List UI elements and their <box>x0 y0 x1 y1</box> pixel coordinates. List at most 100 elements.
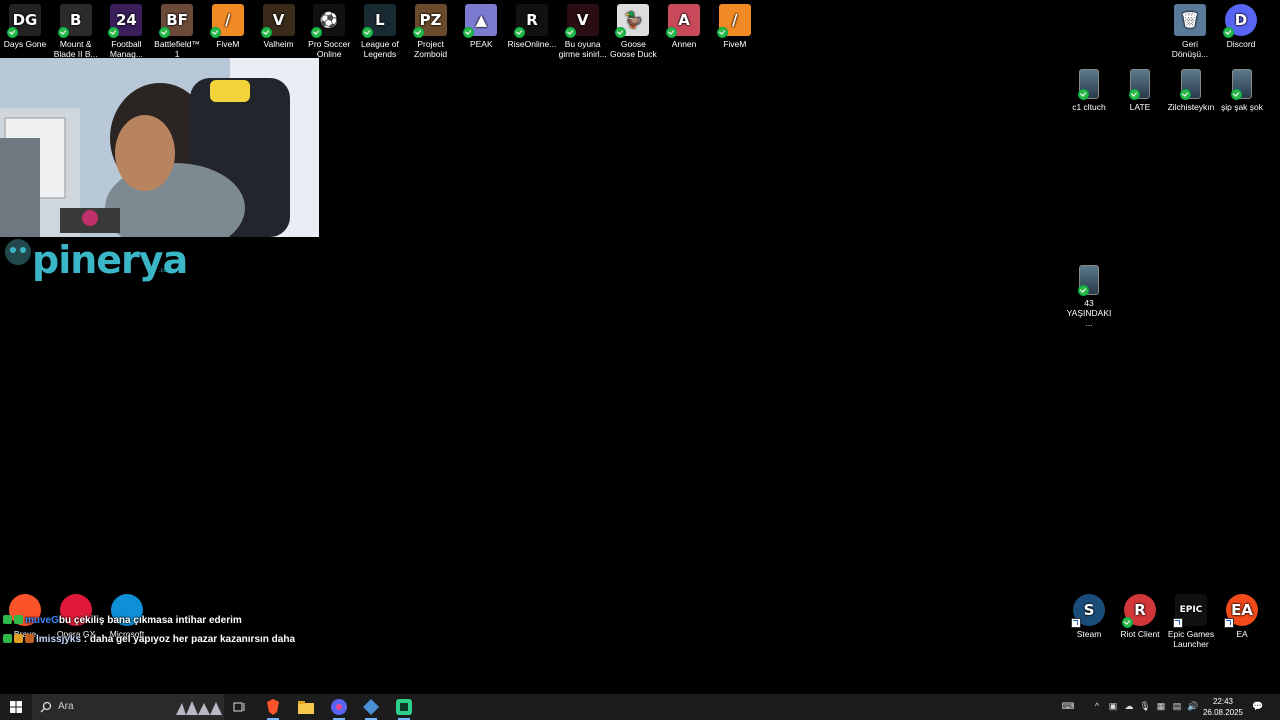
opera-gx-icon[interactable]: Opera GX <box>50 588 102 639</box>
recycle-bin-icon[interactable]: 🗑 Geri Dönüşü... <box>1164 0 1216 59</box>
epic-games-icon[interactable]: EPIC Epic Games Launcher <box>1165 588 1217 649</box>
video-c1-cltuch-icon[interactable]: c1 cltuch <box>1063 63 1115 112</box>
fivem-icon[interactable]: / FiveM <box>202 0 254 49</box>
sync-check-icon <box>209 27 221 38</box>
icon-label: Steam <box>1076 629 1102 639</box>
mount-blade-graphic: B <box>57 4 92 38</box>
shortcut-arrow-icon <box>1224 618 1234 628</box>
icon-label: Epic Games Launcher <box>1167 629 1215 649</box>
logo-subtext: .com <box>159 268 173 274</box>
task-view-icon <box>233 702 245 712</box>
video-43-yasindaki-icon[interactable]: 43 YAŞINDAKI ... <box>1063 259 1115 328</box>
pro-soccer-icon[interactable]: ⚽ Pro Soccer Online <box>303 0 355 59</box>
microsoft-edge-icon[interactable]: Microsoft <box>101 588 153 639</box>
riot-client-icon[interactable]: R Riot Client <box>1114 588 1166 639</box>
sync-check-icon <box>1078 89 1089 100</box>
taskbar-app[interactable] <box>358 697 384 720</box>
microphone-icon[interactable]: 🎙 <box>1139 700 1151 712</box>
steam-graphic: S <box>1071 594 1105 628</box>
sync-check-icon <box>666 27 678 38</box>
ea-icon[interactable]: EA EA <box>1216 588 1268 639</box>
fivem-graphic: / <box>209 4 244 38</box>
sync-check-icon <box>716 27 728 38</box>
folder-icon <box>298 700 314 714</box>
taskbar-discord[interactable] <box>326 697 352 720</box>
brave-icon[interactable]: Brave <box>0 588 51 639</box>
icon-label: şip şak şok <box>1220 102 1264 112</box>
chevron-up-icon[interactable]: ^ <box>1091 700 1103 712</box>
valheim-icon[interactable]: V Valheim <box>253 0 305 49</box>
discord-app-icon <box>331 699 347 715</box>
sync-check-icon <box>514 27 525 38</box>
sync-check-icon <box>1122 617 1133 628</box>
chat-text: : daha gel yapıyoz her pazar kazanırsın … <box>83 634 296 645</box>
football-manager-graphic: 24 <box>108 4 143 38</box>
icon-label: Mount & Blade II B... <box>53 39 98 59</box>
taskbar-file-explorer[interactable] <box>293 697 319 717</box>
sync-check-icon <box>1129 89 1140 100</box>
icon-label: c1 cltuch <box>1072 102 1106 112</box>
battlefield-graphic: BF <box>159 4 194 38</box>
recycle-bin-graphic: 🗑 <box>1174 4 1206 36</box>
fivem-graphic: / <box>716 4 751 38</box>
annen-icon[interactable]: A Annen <box>658 0 710 49</box>
chat-badge-icon <box>14 615 23 624</box>
video-zilchisteykin-icon[interactable]: Zilchisteykın <box>1165 63 1217 112</box>
rise-online-icon[interactable]: R RiseOnline... <box>506 0 558 49</box>
video-late-icon[interactable]: LATE <box>1114 63 1166 112</box>
video-43-yasindaki-graphic <box>1078 265 1099 296</box>
start-button[interactable] <box>0 694 32 720</box>
battlefield-icon[interactable]: BF Battlefield™ 1 <box>151 0 203 59</box>
video-sip-sak-sok-graphic <box>1231 69 1252 100</box>
icon-label: FiveM <box>723 39 747 49</box>
project-zomboid-icon[interactable]: PZ Project Zomboid <box>405 0 457 59</box>
icon-label: RiseOnline... <box>507 39 557 49</box>
days-gone-icon[interactable]: DG Days Gone <box>0 0 51 49</box>
sync-check-icon <box>1231 89 1242 100</box>
chat-badge-icon <box>3 634 12 643</box>
fivem-icon-2[interactable]: / FiveM <box>709 0 761 49</box>
video-zilchisteykin-graphic <box>1180 69 1201 100</box>
keyboard-icon[interactable]: ⌨ <box>1060 700 1076 712</box>
search-placeholder: Ara <box>58 701 74 712</box>
chat-username: muveG <box>25 615 59 626</box>
taskbar-app-2[interactable] <box>391 697 417 720</box>
mount-blade-icon[interactable]: B Mount & Blade II B... <box>50 0 102 59</box>
sync-check-icon <box>7 27 18 38</box>
chat-username: lmissjyks <box>36 634 82 645</box>
taskbar-search[interactable]: Ara <box>32 694 224 720</box>
notifications-icon[interactable]: 💬 <box>1252 700 1264 712</box>
video-sip-sak-sok-icon[interactable]: şip şak şok <box>1216 63 1268 112</box>
clock[interactable]: 22:43 26.08.2025 <box>1198 696 1248 718</box>
brave-icon <box>267 699 279 715</box>
pro-soccer-graphic: ⚽ <box>311 4 346 38</box>
steam-icon[interactable]: S Steam <box>1063 588 1115 639</box>
task-view-button[interactable] <box>226 697 252 717</box>
onedrive-icon[interactable]: ☁ <box>1123 700 1135 712</box>
football-manager-icon[interactable]: 24 Football Manag... <box>100 0 152 59</box>
valheim-graphic: V <box>260 4 295 38</box>
annen-graphic: A <box>666 4 701 38</box>
goose-goose-duck-icon[interactable]: 🦆 Goose Goose Duck <box>607 0 659 59</box>
icon-label: Bu oyuna girme sinirl... <box>558 39 607 59</box>
league-of-legends-icon[interactable]: L League of Legends <box>354 0 406 59</box>
shortcut-arrow-icon <box>1173 618 1183 628</box>
peak-icon[interactable]: ▲ PEAK <box>455 0 507 49</box>
epic-games-graphic: EPIC <box>1173 594 1207 628</box>
taskbar-brave[interactable] <box>260 697 286 720</box>
icon-label: Discord <box>1226 39 1256 49</box>
sync-check-icon <box>260 27 272 38</box>
icon-label: PEAK <box>469 39 493 49</box>
chat-badge-icon <box>14 634 23 643</box>
app-icon <box>363 699 379 715</box>
chat-message: lmissjyks : daha gel yapıyoz her pazar k… <box>3 634 354 645</box>
valorant-icon[interactable]: V Bu oyuna girme sinirl... <box>557 0 609 59</box>
icon-label: League of Legends <box>360 39 399 59</box>
webcam-overlay <box>0 58 319 237</box>
network-icon[interactable]: ▤ <box>1171 700 1183 712</box>
peak-graphic: ▲ <box>463 4 498 38</box>
nvidia-icon[interactable]: ▦ <box>1155 700 1167 712</box>
discord-icon[interactable]: D Discord <box>1215 0 1267 49</box>
tray-app-icon[interactable]: ▣ <box>1107 700 1119 712</box>
sync-check-icon <box>412 27 424 38</box>
